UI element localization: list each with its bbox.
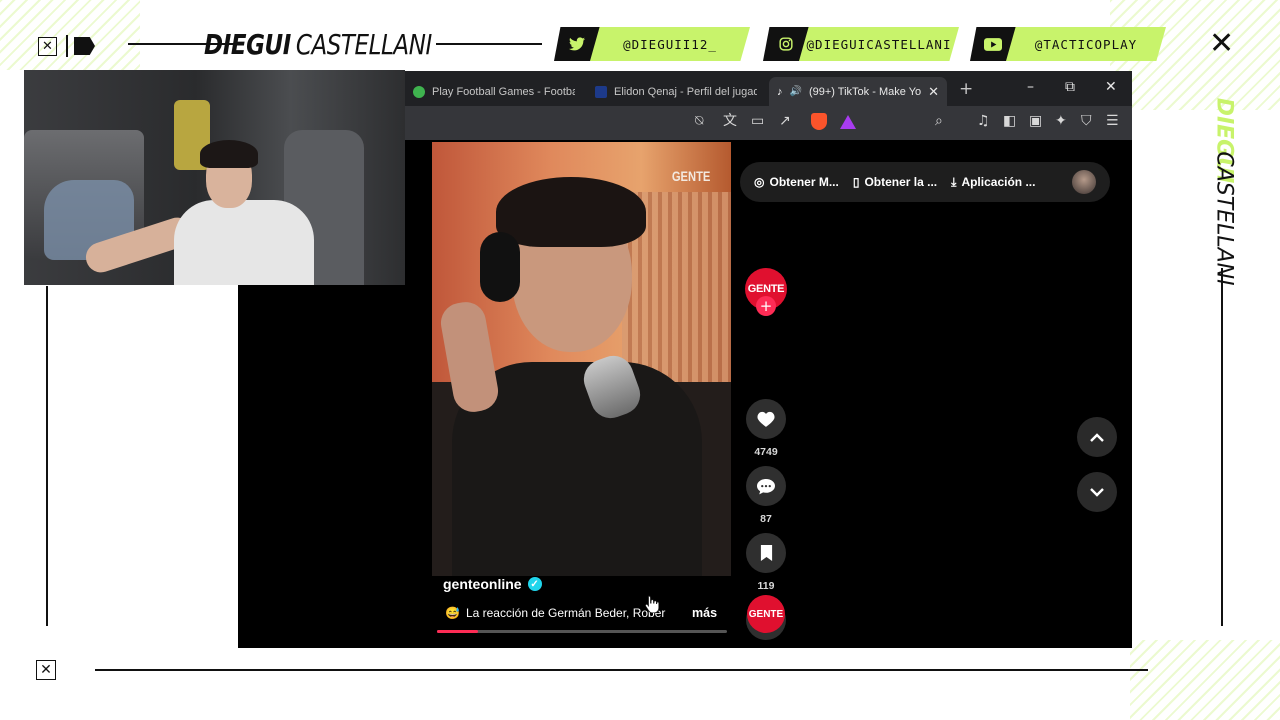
caption-more-button[interactable]: más (692, 606, 717, 620)
comment-count: 87 (760, 513, 772, 525)
tab-play-football[interactable]: Play Football Games - Football (405, 77, 583, 106)
sidebar-icon[interactable]: ◧ (1003, 114, 1016, 128)
username-text[interactable]: genteonline (443, 576, 522, 592)
minimize-button[interactable]: – (1027, 79, 1034, 95)
profile-avatar[interactable] (1072, 170, 1096, 194)
get-coins-label: Obtener M... (769, 175, 839, 189)
brand-logo: DIEGUI CASTELLANI (204, 26, 432, 62)
restore-button[interactable]: ⧉ (1065, 79, 1075, 95)
social-youtube: @TACTICOPLAY (970, 27, 1166, 61)
cast-icon[interactable]: ▭ (751, 114, 764, 128)
twitter-handle: @DIEGUII12_ (590, 27, 750, 61)
browser-toolbar: ⍉ 文 ▭ ↗ ⌕ ♫ ◧ ▣ ✦ ⛉ ☰ (405, 106, 1132, 140)
video-player[interactable]: GENTE (432, 142, 731, 576)
music-icon[interactable]: ♫ (977, 114, 990, 128)
coin-icon: ◎ (754, 175, 765, 189)
tab-label: Play Football Games - Football (432, 85, 575, 98)
share-icon[interactable]: ↗ (779, 114, 791, 128)
download-icon: ⤓ (951, 174, 957, 189)
header-rule-right (436, 43, 542, 45)
tab-transfermarkt[interactable]: Elidon Qenaj - Perfil del jugador (587, 77, 765, 106)
hand-cursor-icon (645, 595, 659, 613)
heart-icon (757, 411, 775, 427)
speaker-icon: 🔊 (789, 86, 802, 97)
webcam-streamer-body (174, 200, 314, 285)
new-tab-button[interactable]: + (959, 79, 973, 99)
top-actions-bar: ◎ Obtener M... ▯ Obtener la ... ⤓ Aplica… (740, 162, 1110, 202)
bookmark-icon (760, 545, 772, 561)
webcam-feed (24, 70, 405, 285)
webcam-streamer-hair (200, 140, 258, 168)
youtube-handle: @TACTICOPLAY (1006, 27, 1166, 61)
question-circle-icon (413, 85, 425, 98)
brand-bold: DIEGUI (204, 27, 291, 61)
download-app-button[interactable]: ⤓ Aplicación ... (951, 175, 1035, 190)
video-watermark: GENTE (671, 168, 711, 184)
tm-favicon-icon (595, 85, 607, 98)
tab-tiktok[interactable]: ♪ 🔊 (99+) TikTok - Make Your Day ✕ (769, 77, 947, 106)
tiktok-page: GENTE genteonline ✓ 😅 La reacción de Ger… (405, 140, 1132, 648)
tab-label: (99+) TikTok - Make Your Day (808, 85, 922, 98)
hatch-decoration-bottom-right (1130, 640, 1280, 720)
divider (66, 35, 68, 57)
tiktok-icon: ♪ (777, 85, 783, 98)
box-x-icon: ✕ (36, 660, 56, 680)
side-brand-light: CASTELLANI (1211, 151, 1237, 286)
tab-bar: Play Football Games - Football Elidon Qe… (405, 71, 1132, 106)
download-app-label: Aplicación ... (961, 175, 1036, 189)
menu-icon[interactable]: ☰ (1106, 114, 1119, 128)
get-coins-button[interactable]: ◎ Obtener M... (754, 175, 839, 189)
brave-rewards-icon[interactable] (840, 115, 856, 129)
window-close-button[interactable]: ✕ (1105, 79, 1117, 95)
previous-video-button[interactable] (1077, 417, 1117, 457)
get-app-label: Obtener la ... (864, 175, 938, 189)
like-button[interactable] (746, 399, 786, 439)
page-search-icon[interactable]: ⌕ (935, 114, 943, 128)
close-icon: ✕ (1209, 26, 1235, 61)
hatch-decoration-top-left (0, 0, 140, 70)
comment-icon (757, 478, 775, 494)
translate-icon[interactable]: 文 (723, 114, 737, 128)
brave-shield-icon[interactable] (811, 113, 827, 130)
get-app-button[interactable]: ▯ Obtener la ... (853, 175, 937, 189)
social-instagram: @DIEGUICASTELLANI (763, 27, 959, 61)
phone-icon: ▯ (852, 175, 860, 189)
video-progress-fill (437, 630, 478, 633)
wallet-icon[interactable]: ▣ (1029, 114, 1042, 128)
caption-text: La reacción de Germán Beder, Rober (465, 606, 666, 620)
video-caption: 😅 La reacción de Germán Beder, Rober (445, 606, 665, 620)
save-count: 119 (757, 580, 775, 592)
stream-overlay: ✕ DIEGUI CASTELLANI @DIEGUII12_ @DIEGUIC… (0, 0, 1280, 720)
tab-close-icon[interactable]: ✕ (928, 84, 939, 100)
music-disc[interactable]: GENTE (747, 595, 785, 633)
side-brand: DIEGUI CASTELLANI (1209, 98, 1239, 286)
comment-button[interactable] (746, 466, 786, 506)
video-person-hair (496, 177, 646, 247)
no-tracking-icon[interactable]: ⍉ (695, 114, 703, 128)
verified-icon: ✓ (527, 577, 542, 591)
browser-page-left-area (238, 285, 406, 648)
save-button[interactable] (746, 533, 786, 573)
tab-label: Elidon Qenaj - Perfil del jugador (614, 85, 757, 98)
video-progress-bar[interactable] (437, 630, 727, 633)
left-rule (46, 286, 48, 626)
right-rule (1221, 268, 1223, 626)
bottom-rule (95, 669, 1148, 671)
share-count: 283 (735, 647, 797, 648)
social-twitter: @DIEGUII12_ (554, 27, 750, 61)
vpn-shield-icon[interactable]: ⛉ (1081, 114, 1092, 128)
brand-light: CASTELLANI (295, 27, 432, 61)
browser-window: Play Football Games - Football Elidon Qe… (405, 71, 1132, 648)
instagram-handle: @DIEGUICASTELLANI (799, 27, 959, 61)
next-video-button[interactable] (1077, 472, 1117, 512)
box-x-icon: ✕ (38, 37, 57, 56)
like-count: 4749 (754, 446, 778, 458)
video-username[interactable]: genteonline ✓ (443, 576, 542, 592)
follow-button[interactable]: + (756, 296, 776, 316)
chevron-down-icon (1090, 487, 1104, 497)
caption-emoji: 😅 (445, 606, 460, 620)
leo-ai-icon[interactable]: ✦ (1055, 114, 1067, 128)
headphones-icon (480, 232, 520, 302)
chevron-up-icon (1090, 432, 1104, 442)
